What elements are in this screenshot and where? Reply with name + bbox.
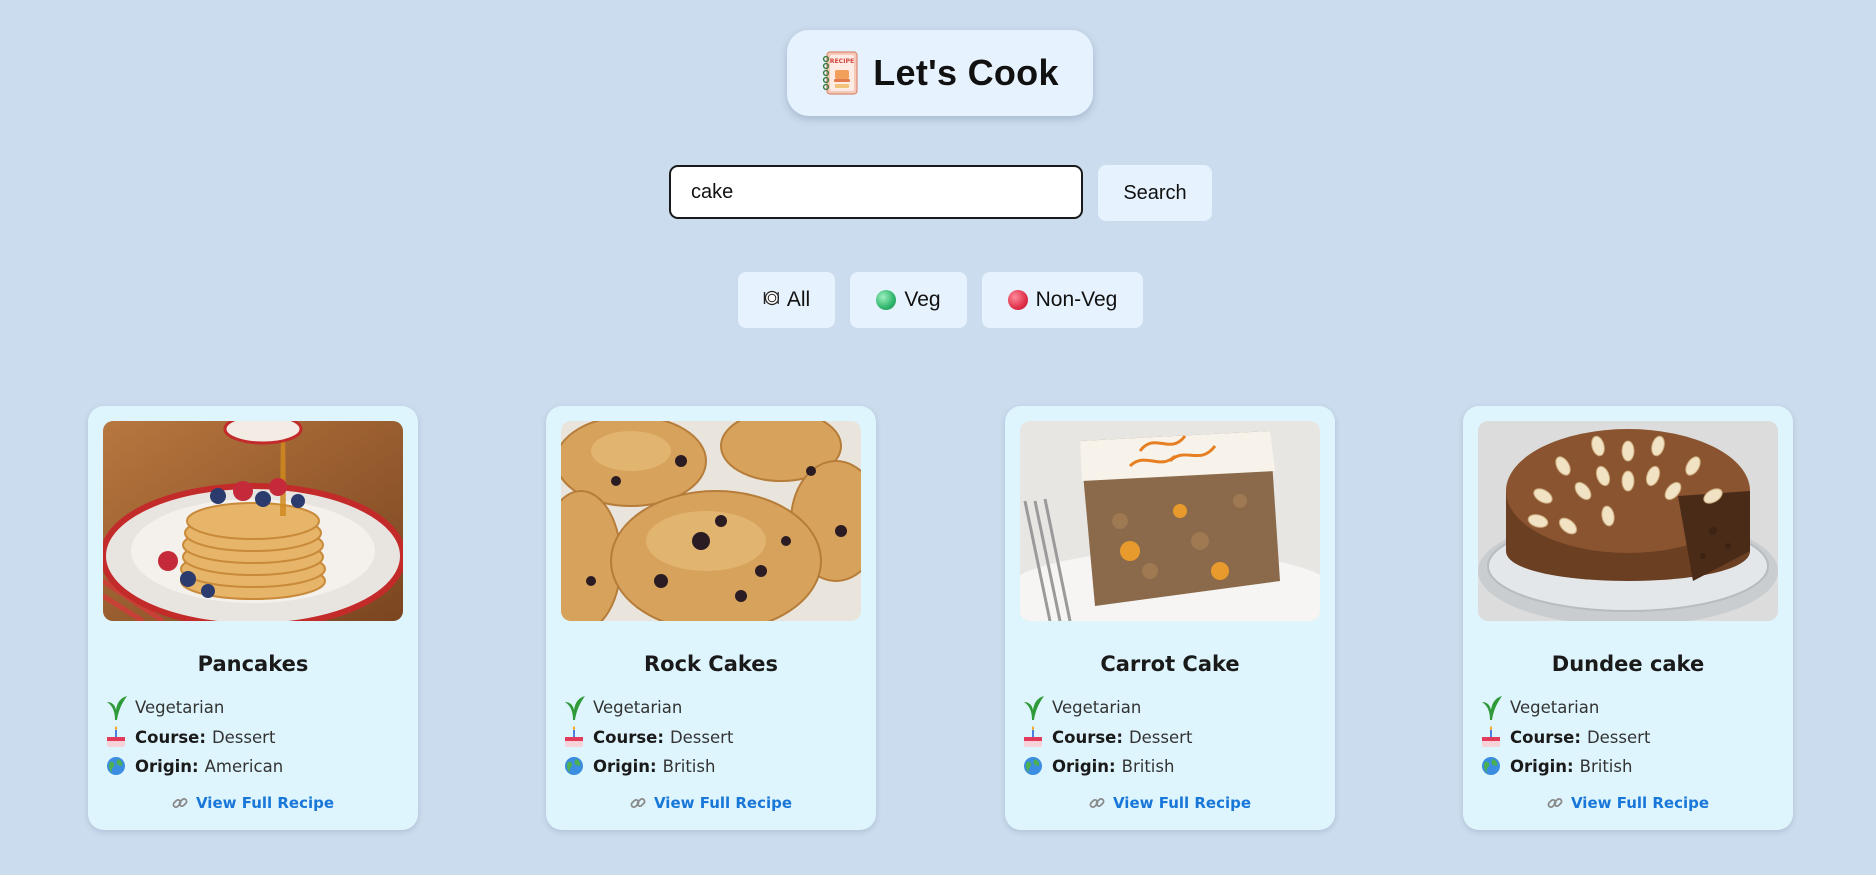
link-icon (630, 795, 646, 811)
filter-all-label: All (786, 288, 811, 311)
origin-label: Origin: (1052, 756, 1116, 776)
filter-nonveg-label: Non-Veg (1035, 288, 1118, 311)
recipe-title: Pancakes (197, 652, 309, 676)
origin-row: Origin: American (103, 753, 283, 779)
app-header: RECIPE Let's Cook (787, 30, 1093, 116)
link-icon (1089, 795, 1105, 811)
course-row: Course: Dessert (561, 724, 733, 750)
globe-icon (103, 753, 129, 779)
cake-icon (103, 724, 129, 750)
plate-icon (763, 290, 779, 311)
course-label: Course: (135, 727, 206, 747)
course-value: Dessert (1586, 727, 1651, 747)
origin-row: Origin: British (561, 753, 715, 779)
cake-icon (561, 724, 587, 750)
link-icon (172, 795, 188, 811)
sprout-icon (561, 694, 587, 720)
page-title: Let's Cook (873, 52, 1059, 93)
origin-row: Origin: British (1478, 753, 1632, 779)
view-recipe-link[interactable]: View Full Recipe (88, 794, 418, 812)
view-recipe-label: View Full Recipe (1112, 794, 1252, 812)
course-label: Course: (1510, 727, 1581, 747)
diet-label: Vegetarian (1510, 697, 1600, 717)
recipe-card: Carrot Cake Vegetarian Course: Dessert O… (1005, 406, 1335, 830)
diet-row: Vegetarian (561, 694, 682, 720)
globe-icon (1020, 753, 1046, 779)
recipe-book-icon: RECIPE (821, 50, 859, 96)
dundee-cake-photo (1478, 421, 1778, 621)
course-row: Course: Dessert (1478, 724, 1650, 750)
globe-icon (1478, 753, 1504, 779)
carrot-cake-photo (1020, 421, 1320, 621)
view-recipe-link[interactable]: View Full Recipe (1463, 794, 1793, 812)
green-dot-icon (876, 290, 897, 310)
origin-value: American (204, 756, 284, 776)
recipe-card: Dundee cake Vegetarian Course: Dessert O… (1463, 406, 1793, 830)
course-row: Course: Dessert (1020, 724, 1192, 750)
origin-label: Origin: (593, 756, 657, 776)
recipe-title: Dundee cake (1551, 652, 1705, 676)
diet-label: Vegetarian (593, 697, 683, 717)
course-value: Dessert (211, 727, 276, 747)
filter-veg-button[interactable]: Veg (850, 272, 967, 328)
filter-veg-label: Veg (904, 288, 941, 311)
sprout-icon (1020, 694, 1046, 720)
origin-label: Origin: (1510, 756, 1574, 776)
pancakes-photo (103, 421, 403, 621)
cake-icon (1020, 724, 1046, 750)
origin-value: British (1579, 756, 1633, 776)
search-input[interactable] (669, 165, 1083, 219)
recipe-title: Carrot Cake (1100, 652, 1240, 676)
diet-row: Vegetarian (103, 694, 224, 720)
diet-row: Vegetarian (1478, 694, 1599, 720)
recipe-icon-text: RECIPE (830, 58, 855, 65)
sprout-icon (1478, 694, 1504, 720)
view-recipe-link[interactable]: View Full Recipe (546, 794, 876, 812)
recipe-card: Pancakes Vegetarian Course: Dessert Orig… (88, 406, 418, 830)
view-recipe-label: View Full Recipe (195, 794, 335, 812)
course-label: Course: (593, 727, 664, 747)
globe-icon (561, 753, 587, 779)
origin-value: British (662, 756, 716, 776)
filter-nonveg-button[interactable]: Non-Veg (982, 272, 1143, 328)
view-recipe-label: View Full Recipe (1570, 794, 1710, 812)
diet-label: Vegetarian (135, 697, 225, 717)
filter-all-button[interactable]: All (738, 272, 835, 328)
diet-label: Vegetarian (1052, 697, 1142, 717)
diet-row: Vegetarian (1020, 694, 1141, 720)
recipe-title: Rock Cakes (643, 652, 779, 676)
red-dot-icon (1007, 290, 1028, 310)
view-recipe-link[interactable]: View Full Recipe (1005, 794, 1335, 812)
course-row: Course: Dessert (103, 724, 275, 750)
search-button[interactable]: Search (1098, 165, 1212, 221)
sprout-icon (103, 694, 129, 720)
view-recipe-label: View Full Recipe (653, 794, 793, 812)
cake-icon (1478, 724, 1504, 750)
rock-cakes-photo (561, 421, 861, 621)
recipe-card: Rock Cakes Vegetarian Course: Dessert Or… (546, 406, 876, 830)
course-value: Dessert (669, 727, 734, 747)
origin-row: Origin: British (1020, 753, 1174, 779)
origin-label: Origin: (135, 756, 199, 776)
course-label: Course: (1052, 727, 1123, 747)
origin-value: British (1121, 756, 1175, 776)
course-value: Dessert (1128, 727, 1193, 747)
link-icon (1547, 795, 1563, 811)
